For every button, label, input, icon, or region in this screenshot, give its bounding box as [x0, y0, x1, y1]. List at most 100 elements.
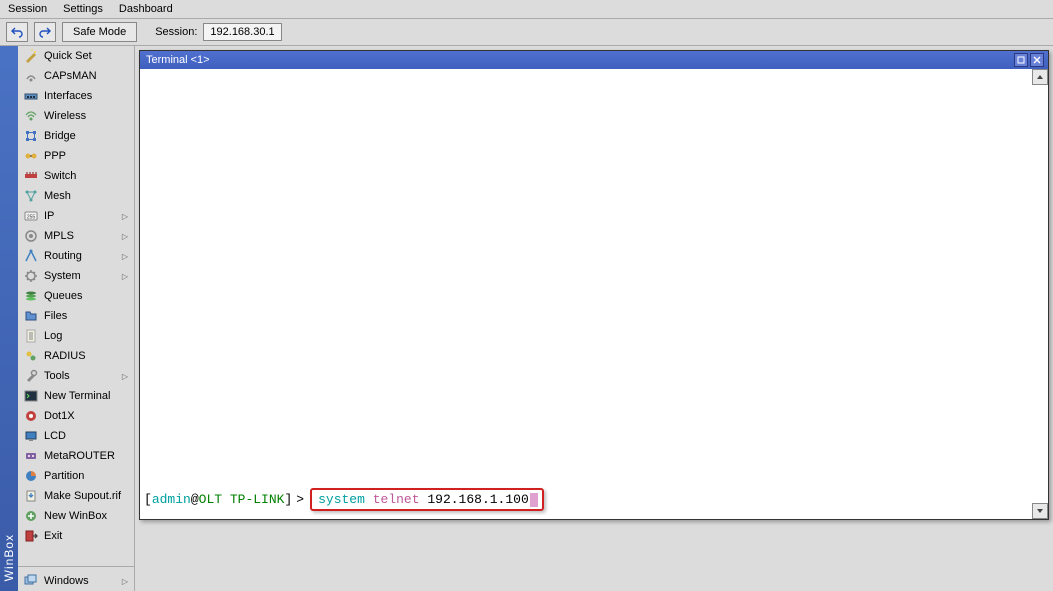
terminal-title: Terminal <1>: [144, 54, 1012, 66]
bridge-icon: [24, 129, 38, 143]
sidebar-item-label: Files: [44, 310, 128, 322]
terminal-body[interactable]: [admin@OLT TP-LINK]> system telnet 192.1…: [140, 69, 1048, 519]
sidebar-item-radius[interactable]: RADIUS: [18, 346, 134, 366]
chevron-right-icon: ▷: [122, 252, 128, 261]
scroll-up-button[interactable]: [1032, 69, 1048, 85]
menu-dashboard[interactable]: Dashboard: [119, 3, 173, 15]
chevron-right-icon: ▷: [122, 272, 128, 281]
sidebar-item-label: Queues: [44, 290, 128, 302]
sidebar-item-label: CAPsMAN: [44, 70, 128, 82]
sidebar-item-tools[interactable]: Tools▷: [18, 366, 134, 386]
sidebar-item-supout[interactable]: Make Supout.rif: [18, 486, 134, 506]
sidebar-item-lcd[interactable]: LCD: [18, 426, 134, 446]
sidebar-item-exit[interactable]: Exit: [18, 526, 134, 546]
sidebar-item-bridge[interactable]: Bridge: [18, 126, 134, 146]
content-area: Terminal <1> [admin@OLT TP-LINK]>: [135, 46, 1053, 591]
ppp-icon: [24, 149, 38, 163]
sidebar-item-dot1x[interactable]: Dot1X: [18, 406, 134, 426]
chevron-right-icon: ▷: [122, 212, 128, 221]
sidebar-item-label: System: [44, 270, 116, 282]
sidebar-item-switch[interactable]: Switch: [18, 166, 134, 186]
ip-icon: 255: [24, 209, 38, 223]
metarouter-icon: [24, 449, 38, 463]
sidebar-item-partition[interactable]: Partition: [18, 466, 134, 486]
prompt-host: OLT TP-LINK: [199, 492, 285, 507]
partition-icon: [24, 469, 38, 483]
sidebar-item-label: MPLS: [44, 230, 116, 242]
sidebar-item-label: IP: [44, 210, 116, 222]
command-highlight-box: system telnet 192.168.1.100: [310, 488, 544, 511]
command-subcommand: telnet: [373, 492, 420, 507]
sidebar-item-label: Bridge: [44, 130, 128, 142]
capsman-icon: [24, 69, 38, 83]
mpls-icon: [24, 229, 38, 243]
sidebar-item-routing[interactable]: Routing ▷: [18, 246, 134, 266]
sidebar-item-windows[interactable]: Windows▷: [18, 571, 134, 591]
sidebar-item-system[interactable]: System ▷: [18, 266, 134, 286]
sidebar-item-label: Make Supout.rif: [44, 490, 128, 502]
redo-button[interactable]: [34, 22, 56, 42]
prompt-gt: >: [296, 492, 304, 507]
menu-settings[interactable]: Settings: [63, 3, 103, 15]
new-terminal-icon: [24, 389, 38, 403]
menu-session[interactable]: Session: [8, 3, 47, 15]
undo-button[interactable]: [6, 22, 28, 42]
dot1x-icon: [24, 409, 38, 423]
sidebar-item-label: Exit: [44, 530, 128, 542]
sidebar-item-label: Routing: [44, 250, 116, 262]
toolbar: Safe Mode Session: 192.168.30.1: [0, 18, 1053, 46]
session-address[interactable]: 192.168.30.1: [203, 23, 281, 41]
new-winbox-icon: [24, 509, 38, 523]
system-icon: [24, 269, 38, 283]
sidebar-item-label: Log: [44, 330, 128, 342]
sidebar-item-label: New WinBox: [44, 510, 128, 522]
switch-icon: [24, 169, 38, 183]
sidebar-item-label: Mesh: [44, 190, 128, 202]
session-label: Session:: [155, 26, 197, 38]
scroll-down-button[interactable]: [1032, 503, 1048, 519]
minimize-button[interactable]: [1014, 53, 1028, 67]
terminal-prompt-line: [admin@OLT TP-LINK]> system telnet 192.1…: [144, 488, 544, 511]
sidebar-item-label: Partition: [44, 470, 128, 482]
safe-mode-button[interactable]: Safe Mode: [62, 22, 137, 42]
sidebar-item-label: New Terminal: [44, 390, 128, 402]
terminal-titlebar[interactable]: Terminal <1>: [140, 51, 1048, 69]
left-rail: WinBox: [0, 46, 18, 591]
routing-icon: [24, 249, 38, 263]
radius-icon: [24, 349, 38, 363]
sidebar-item-label: Dot1X: [44, 410, 128, 422]
sidebar-item-mpls[interactable]: MPLS ▷: [18, 226, 134, 246]
sidebar-item-label: Interfaces: [44, 90, 128, 102]
prompt-at: @: [191, 492, 199, 507]
sidebar-item-label: LCD: [44, 430, 128, 442]
tools-icon: [24, 369, 38, 383]
sidebar-item-files[interactable]: Files: [18, 306, 134, 326]
log-icon: [24, 329, 38, 343]
windows-icon: [24, 574, 38, 588]
sidebar-item-mesh[interactable]: Mesh: [18, 186, 134, 206]
sidebar-item-new-terminal[interactable]: New Terminal: [18, 386, 134, 406]
sidebar-item-log[interactable]: Log: [18, 326, 134, 346]
chevron-right-icon: ▷: [122, 232, 128, 241]
sidebar-item-queues[interactable]: Queues: [18, 286, 134, 306]
sidebar-item-label: MetaROUTER: [44, 450, 128, 462]
sidebar-item-interfaces[interactable]: Interfaces: [18, 86, 134, 106]
chevron-right-icon: ▷: [122, 577, 128, 586]
prompt-user: admin: [152, 492, 191, 507]
sidebar-item-new-winbox[interactable]: New WinBox: [18, 506, 134, 526]
queues-icon: [24, 289, 38, 303]
sidebar-item-capsman[interactable]: CAPsMAN: [18, 66, 134, 86]
close-button[interactable]: [1030, 53, 1044, 67]
sidebar-item-wand[interactable]: Quick Set: [18, 46, 134, 66]
interfaces-icon: [24, 89, 38, 103]
sidebar-item-label: PPP: [44, 150, 128, 162]
sidebar-item-ppp[interactable]: PPP: [18, 146, 134, 166]
command-keyword: system: [318, 492, 365, 507]
sidebar-item-label: RADIUS: [44, 350, 128, 362]
sidebar-item-metarouter[interactable]: MetaROUTER: [18, 446, 134, 466]
command-argument: 192.168.1.100: [427, 492, 528, 507]
sidebar-item-wireless[interactable]: Wireless: [18, 106, 134, 126]
menubar: Session Settings Dashboard: [0, 0, 1053, 18]
mesh-icon: [24, 189, 38, 203]
sidebar-item-ip[interactable]: 255 IP ▷: [18, 206, 134, 226]
